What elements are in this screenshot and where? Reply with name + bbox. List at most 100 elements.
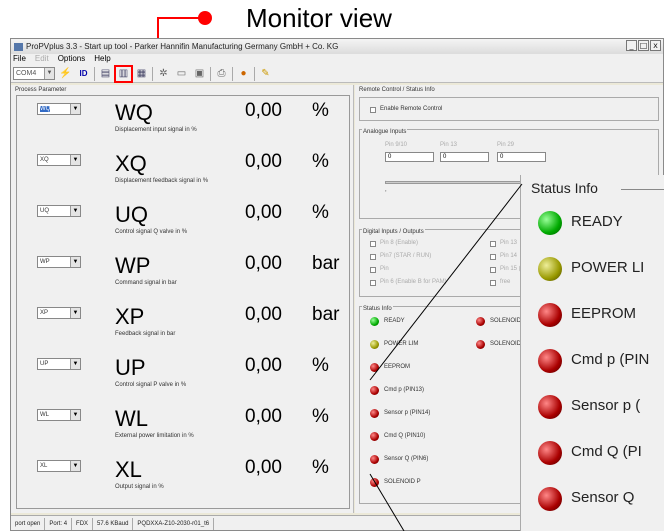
status-label: POWER LIM	[384, 341, 419, 347]
chevron-down-icon: ▼	[70, 308, 80, 318]
status-bar-field: port open	[11, 518, 46, 530]
parameter-name: UP	[115, 355, 146, 380]
parameter-row: WL ▼ WL External power limitation in % 0,00%	[17, 402, 351, 460]
status-bar-field: 57.6 KBaud	[93, 518, 134, 530]
parameter-unit: %	[312, 202, 329, 223]
status-led-icon	[370, 340, 379, 349]
digital-label: Pin7 (STAR / RUN)	[380, 253, 432, 259]
process-parameter-title: Process Parameter	[15, 87, 67, 93]
digital-checkbox[interactable]	[490, 267, 496, 273]
title-bar: ProPVplus 3.3 - Start up tool - Parker H…	[11, 39, 663, 54]
digital-checkbox[interactable]	[370, 267, 376, 273]
toolbar-separator	[254, 66, 255, 81]
parameter-row: UP ▼ UP Control signal P valve in % 0,00%	[17, 351, 351, 409]
parameter-value: 0,00	[245, 100, 282, 121]
digital-checkbox[interactable]	[370, 241, 376, 247]
zoom-status-label: POWER LI	[571, 259, 645, 276]
parameter-select[interactable]: WP ▼	[37, 256, 81, 268]
parameter-unit: %	[312, 151, 329, 172]
callout-dot	[198, 11, 212, 25]
digital-checkbox[interactable]	[490, 241, 496, 247]
digital-label: free	[500, 279, 511, 285]
parameter-unit: %	[312, 406, 329, 427]
status-led-icon	[370, 432, 379, 441]
pin-label: Pin 29	[497, 142, 515, 148]
connect-icon[interactable]: ⚡	[58, 67, 73, 81]
parameter-value: 0,00	[245, 202, 282, 223]
parameter-row: UQ ▼ UQ Control signal Q valve in % 0,00%	[17, 198, 351, 256]
analogue-input[interactable]: 0	[497, 152, 546, 162]
parameter-select[interactable]: UP ▼	[37, 358, 81, 370]
digital-checkbox[interactable]	[370, 254, 376, 260]
id-icon[interactable]: ID	[76, 67, 91, 81]
menu-file[interactable]: File	[13, 54, 26, 65]
parameter-select[interactable]: XL ▼	[37, 460, 81, 472]
parameter-unit: %	[312, 100, 329, 121]
print-icon[interactable]: ⎙	[214, 67, 229, 81]
parameter-description: Output signal in %	[115, 484, 164, 490]
close-button[interactable]: x	[650, 40, 661, 51]
remote-control-title: Remote Control / Status Info	[359, 87, 435, 93]
parameter-unit: bar	[312, 304, 340, 325]
status-led-icon	[476, 317, 485, 326]
key-icon[interactable]: ✎	[258, 67, 273, 81]
parameter-name: WP	[115, 253, 151, 278]
new-file-icon[interactable]: ✲	[156, 67, 171, 81]
parameter-name: UQ	[115, 202, 148, 227]
analogue-inputs-title: Analogue Inputs	[362, 129, 408, 135]
parameter-select[interactable]: UQ ▼	[37, 205, 81, 217]
digital-label: Pin	[380, 266, 389, 272]
chevron-down-icon: ▼	[70, 257, 80, 267]
parameter-unit: %	[312, 355, 329, 376]
zoom-status-led-icon	[538, 211, 562, 235]
chevron-down-icon: ▼	[44, 68, 54, 79]
parameter-select[interactable]: WL ▼	[37, 409, 81, 421]
parameter-select[interactable]: WQ ▼	[37, 103, 81, 115]
parameter-name: XL	[115, 457, 142, 482]
zoom-status-led-icon	[538, 395, 562, 419]
digital-label: Pin 13	[500, 240, 518, 246]
download-icon[interactable]: ●	[236, 67, 251, 81]
enable-remote-label: Enable Remote Control	[380, 106, 443, 112]
toolbar-separator	[210, 66, 211, 81]
port-select[interactable]: COM4 ▼	[13, 67, 55, 80]
menu-edit[interactable]: Edit	[35, 54, 49, 65]
open-file-icon[interactable]: ▭	[174, 67, 189, 81]
menu-options[interactable]: Options	[58, 54, 86, 65]
save-file-icon[interactable]: ▣	[192, 67, 207, 81]
zoom-title: Status Info	[531, 180, 601, 196]
chevron-down-icon: ▼	[70, 359, 80, 369]
parameter-value: 0,00	[245, 406, 282, 427]
digital-checkbox[interactable]	[490, 254, 496, 260]
analogue-input[interactable]: 0	[385, 152, 434, 162]
digital-label: Pin 8 (Enable)	[380, 240, 419, 246]
parameter-select[interactable]: XQ ▼	[37, 154, 81, 166]
maximize-button[interactable]: □	[638, 40, 649, 51]
digital-checkbox[interactable]	[370, 280, 376, 286]
status-label: Cmd p (PIN13)	[384, 387, 425, 393]
parameter-value: 0,00	[245, 355, 282, 376]
zoom-status-label: READY	[571, 213, 623, 230]
toolbar-separator	[94, 66, 95, 81]
analogue-input[interactable]: 0	[440, 152, 489, 162]
window-title: ProPVplus 3.3 - Start up tool - Parker H…	[26, 42, 339, 51]
zoom-status-led-icon	[538, 349, 562, 373]
parameter-select[interactable]: XP ▼	[37, 307, 81, 319]
digital-checkbox[interactable]	[490, 280, 496, 286]
status-label: SOLENOID	[490, 318, 522, 324]
enable-remote-checkbox[interactable]	[370, 107, 376, 113]
status-info-title: Status Info	[362, 306, 393, 312]
menu-help[interactable]: Help	[94, 54, 110, 65]
parameter-view-icon[interactable]: ▤	[98, 67, 113, 81]
chevron-down-icon: ▼	[70, 461, 80, 471]
status-led-icon	[370, 317, 379, 326]
minimize-button[interactable]: _	[626, 40, 637, 51]
digital-io-title: Digital Inputs / Outputs	[362, 229, 425, 235]
monitor-view-icon[interactable]: ▥	[114, 64, 133, 83]
parameter-value: 0,00	[245, 304, 282, 325]
status-bar-field: Port: 4	[45, 518, 73, 530]
parameter-unit: %	[312, 457, 329, 478]
chevron-down-icon: ▼	[70, 155, 80, 165]
scope-view-icon[interactable]: ▦	[134, 67, 149, 81]
parameter-description: Feedback signal in bar	[115, 331, 176, 337]
